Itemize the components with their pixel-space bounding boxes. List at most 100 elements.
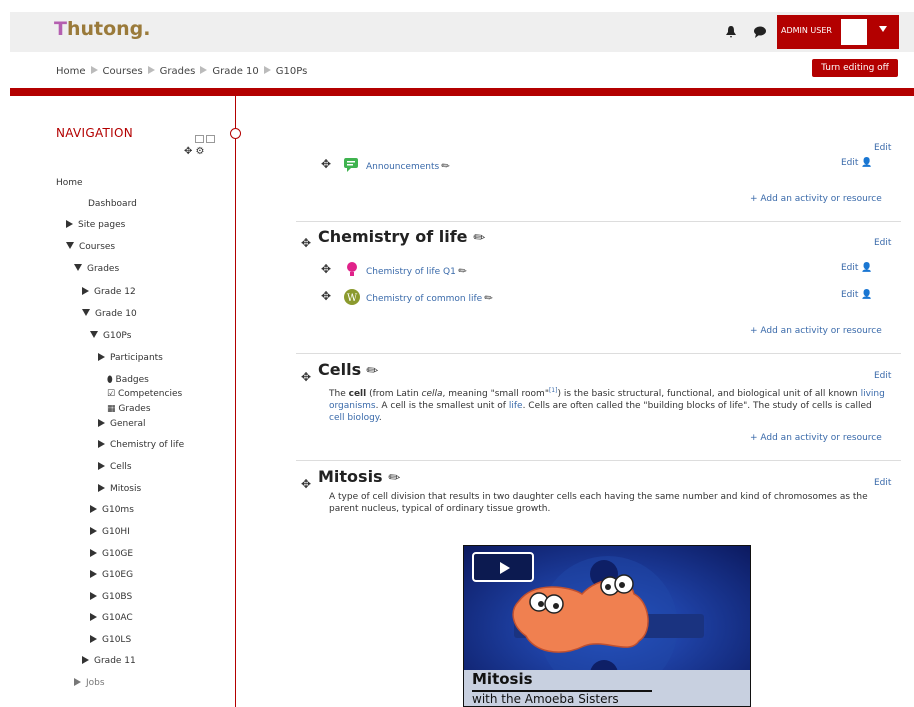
- move-icon[interactable]: ✥: [321, 289, 331, 303]
- section-divider: [296, 353, 901, 354]
- bell-icon[interactable]: [726, 26, 736, 38]
- nav-item-grades-table[interactable]: ▦ Grades: [107, 404, 151, 414]
- section-edit-link[interactable]: Edit: [874, 478, 891, 488]
- minimize-icon[interactable]: [195, 135, 204, 143]
- nav-item-g10ac[interactable]: G10AC: [90, 613, 133, 623]
- section-summary-cells: The cell (from Latin cella, meaning "sma…: [329, 387, 885, 423]
- divider-handle[interactable]: [230, 128, 241, 139]
- nav-item-general[interactable]: General: [98, 419, 145, 429]
- activity-label[interactable]: Announcements: [366, 162, 439, 172]
- nav-label: Grades: [87, 264, 120, 274]
- expand-icon: [90, 549, 97, 557]
- nav-item-grade-11[interactable]: Grade 11: [82, 656, 136, 666]
- user-icon: 👤: [861, 290, 873, 300]
- play-icon[interactable]: [500, 562, 510, 574]
- caret-down-icon[interactable]: [879, 26, 887, 32]
- navigation-block-controls[interactable]: [195, 128, 217, 143]
- nav-label: Grade 10: [95, 309, 137, 319]
- add-activity-link[interactable]: + Add an activity or resource: [750, 326, 882, 336]
- nav-item-mitosis[interactable]: Mitosis: [98, 484, 141, 494]
- breadcrumb-g10ps[interactable]: G10Ps: [276, 66, 308, 77]
- activity-edit-link[interactable]: Edit 👤: [841, 158, 873, 168]
- avatar[interactable]: [841, 19, 867, 45]
- expand-icon: [90, 592, 97, 600]
- breadcrumb-grade-10[interactable]: Grade 10: [212, 66, 258, 77]
- pencil-icon[interactable]: ✎: [440, 160, 453, 174]
- nav-item-g10ms[interactable]: G10ms: [90, 505, 134, 515]
- nav-label: Grade 12: [94, 287, 136, 297]
- activity-label[interactable]: Chemistry of life Q1: [366, 267, 456, 277]
- activity-chemistry-q1[interactable]: Chemistry of life Q1✎: [366, 265, 470, 279]
- add-activity-link[interactable]: + Add an activity or resource: [750, 194, 882, 204]
- play-button[interactable]: [472, 552, 534, 582]
- section-edit-link[interactable]: Edit: [874, 238, 891, 248]
- section-move-icon[interactable]: ✥: [301, 477, 311, 491]
- user-name[interactable]: ADMIN USER: [781, 26, 832, 35]
- pencil-icon[interactable]: ✎: [385, 468, 404, 488]
- nav-item-courses[interactable]: Courses: [66, 242, 115, 252]
- user-menu[interactable]: ADMIN USER: [777, 15, 899, 49]
- activity-edit-link[interactable]: Edit 👤: [841, 290, 873, 300]
- nav-item-g10eg[interactable]: G10EG: [90, 570, 133, 580]
- edit-label[interactable]: Edit: [841, 290, 858, 300]
- edit-label[interactable]: Edit: [841, 158, 858, 168]
- breadcrumb-separator-icon: [147, 66, 155, 74]
- nav-item-grades[interactable]: Grades: [74, 264, 119, 274]
- breadcrumb-grades[interactable]: Grades: [160, 66, 196, 77]
- activity-edit-link[interactable]: Edit 👤: [841, 263, 873, 273]
- nav-item-dashboard[interactable]: Dashboard: [88, 199, 137, 209]
- section-move-icon[interactable]: ✥: [301, 370, 311, 384]
- nav-item-grade-10[interactable]: Grade 10: [82, 309, 137, 319]
- pencil-icon[interactable]: ✎: [483, 292, 496, 306]
- activity-chemistry-common[interactable]: Chemistry of common life✎: [366, 292, 496, 306]
- nav-item-participants[interactable]: Participants: [98, 353, 163, 363]
- table-icon: ▦: [107, 404, 119, 414]
- breadcrumb-separator-icon: [263, 66, 271, 74]
- expand-icon: [98, 462, 105, 470]
- nav-item-g10hi[interactable]: G10HI: [90, 527, 130, 537]
- move-icon[interactable]: ✥: [321, 262, 331, 276]
- pencil-icon[interactable]: ✎: [470, 228, 489, 248]
- section-title-text: Mitosis: [318, 467, 383, 486]
- nav-label: G10EG: [102, 570, 134, 580]
- expand-icon: [82, 287, 89, 295]
- nav-item-competencies[interactable]: ☑ Competencies: [107, 389, 182, 399]
- nav-item-grade-12[interactable]: Grade 12: [82, 287, 136, 297]
- section-move-icon[interactable]: ✥: [301, 236, 311, 250]
- breadcrumb-separator-icon: [200, 66, 208, 74]
- add-activity-link[interactable]: + Add an activity or resource: [750, 433, 882, 443]
- section-edit-link[interactable]: Edit: [874, 143, 891, 153]
- turn-editing-off-button[interactable]: Turn editing off: [812, 59, 898, 77]
- activity-announcements[interactable]: Announcements✎: [366, 160, 453, 174]
- breadcrumb-separator-icon: [90, 66, 98, 74]
- link-life[interactable]: life: [509, 401, 523, 411]
- breadcrumb-courses[interactable]: Courses: [103, 66, 143, 77]
- wiki-icon: W: [344, 289, 360, 305]
- nav-item-badges[interactable]: ⬮ Badges: [107, 375, 149, 385]
- activity-label[interactable]: Chemistry of common life: [366, 294, 482, 304]
- edit-label[interactable]: Edit: [841, 263, 858, 273]
- pencil-icon[interactable]: ✎: [456, 265, 469, 279]
- nav-label: Badges: [115, 375, 149, 385]
- nav-item-g10ls[interactable]: G10LS: [90, 635, 131, 645]
- section-edit-link[interactable]: Edit: [874, 371, 891, 381]
- site-logo[interactable]: Thutong.: [54, 18, 151, 40]
- checkbox-icon: ☑: [107, 389, 118, 399]
- nav-item-chemistry-of-life[interactable]: Chemistry of life: [98, 440, 184, 450]
- video-player[interactable]: Mitosis with the Amoeba Sisters: [463, 545, 751, 707]
- move-icon[interactable]: ✥: [321, 157, 331, 171]
- nav-item-cells[interactable]: Cells: [98, 462, 132, 472]
- dock-icon[interactable]: [206, 135, 215, 143]
- nav-item-home[interactable]: Home: [56, 178, 83, 188]
- nav-item-g10ge[interactable]: G10GE: [90, 549, 133, 559]
- expand-icon: [66, 220, 73, 228]
- breadcrumb-home[interactable]: Home: [56, 66, 86, 77]
- pencil-icon[interactable]: ✎: [363, 361, 382, 381]
- nav-item-site-pages[interactable]: Site pages: [66, 220, 125, 230]
- link-cell-biology[interactable]: cell biology: [329, 413, 379, 423]
- nav-item-g10bs[interactable]: G10BS: [90, 592, 132, 602]
- navigation-move-icon[interactable]: ✥ ⚙: [184, 146, 205, 157]
- nav-item-jobs[interactable]: Jobs: [74, 678, 105, 688]
- chat-icon[interactable]: [754, 26, 766, 38]
- nav-item-g10ps[interactable]: G10Ps: [90, 331, 131, 341]
